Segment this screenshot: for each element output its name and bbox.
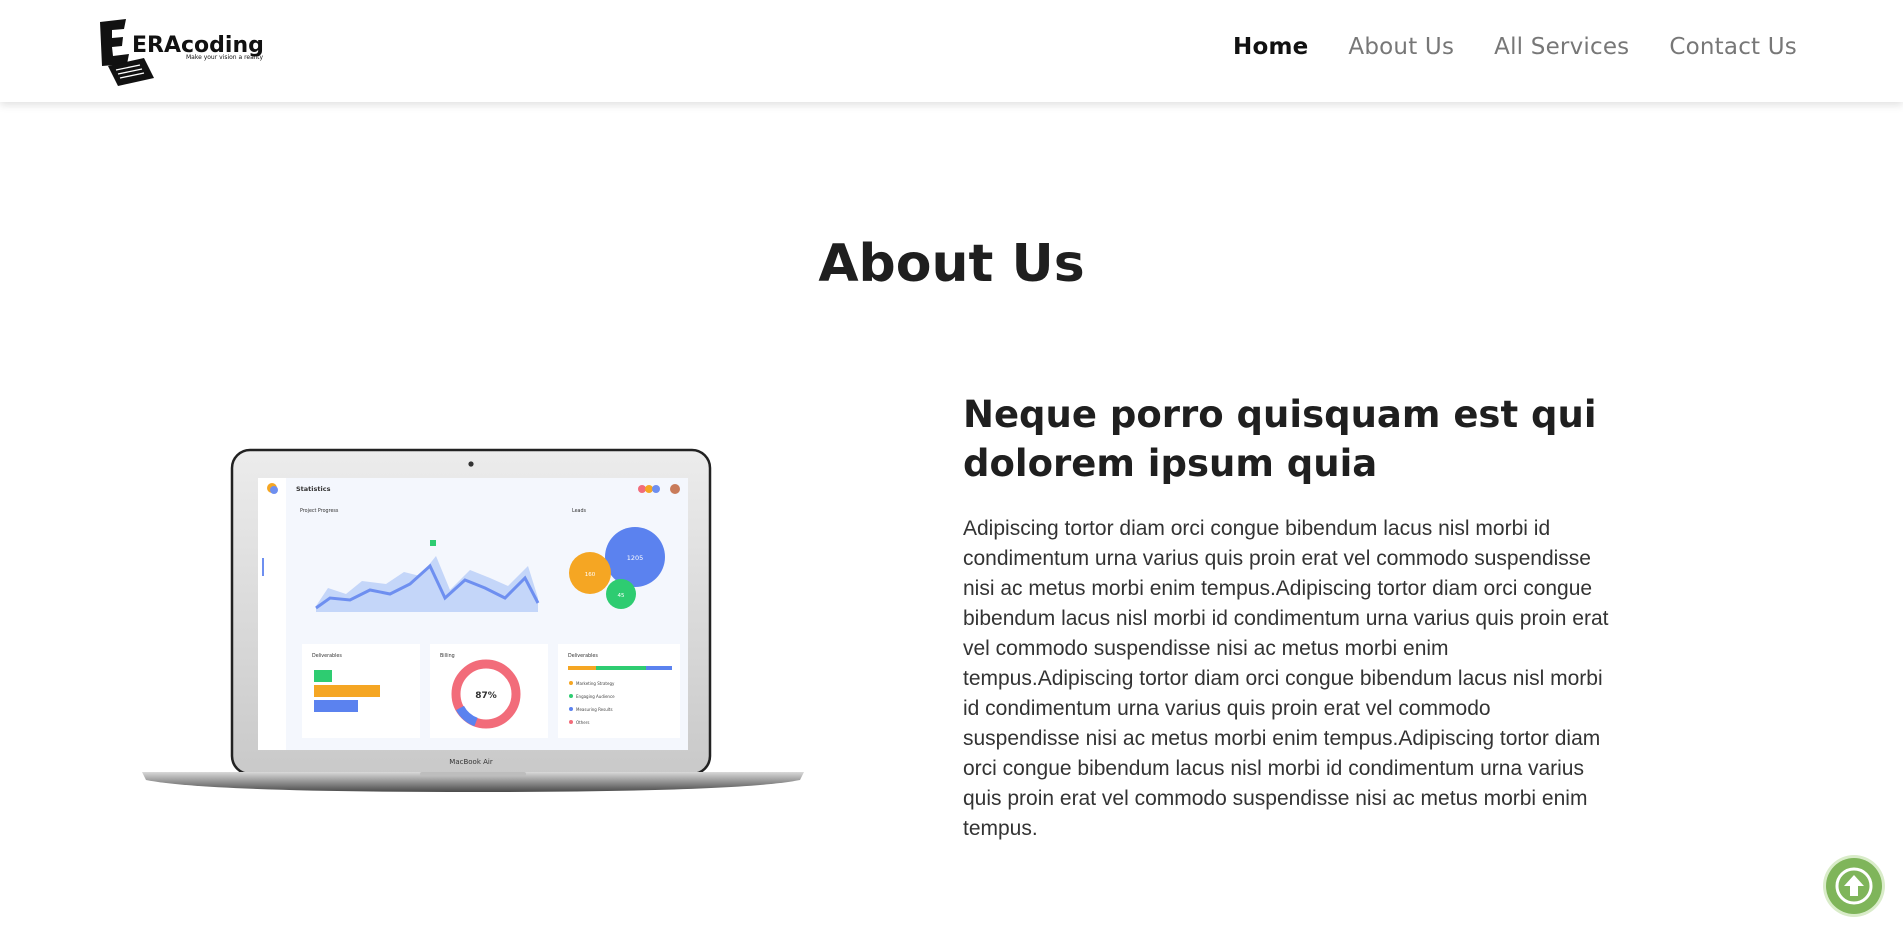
section-title: About Us xyxy=(818,234,1085,294)
screen-leads-label: Leads xyxy=(572,508,587,514)
screen-leads-value-3: 45 xyxy=(618,593,625,599)
scroll-to-top-button[interactable] xyxy=(1826,858,1882,914)
screen-deliverables-label: Deliverables xyxy=(312,653,342,659)
main-nav: Home About Us All Services Contact Us xyxy=(1233,34,1797,60)
screen-leads-value-2: 160 xyxy=(585,572,596,578)
screen-progress-label: Project Progress xyxy=(300,508,339,514)
brand-logo[interactable]: ERAcoding Make your vision a reality xyxy=(96,16,306,86)
navbar: ERAcoding Make your vision a reality Hom… xyxy=(0,0,1903,102)
logo-tagline: Make your vision a reality xyxy=(186,54,263,61)
screen-list-item-4: Others xyxy=(576,720,589,725)
nav-about-us[interactable]: About Us xyxy=(1348,34,1454,60)
nav-contact-us[interactable]: Contact Us xyxy=(1669,34,1797,60)
about-heading: Neque porro quisquam est qui dolorem ips… xyxy=(963,393,1597,485)
screen-list-label: Deliverables xyxy=(568,653,598,659)
screen-list-item-1: Marketing Strategy xyxy=(576,681,615,686)
screen-billing-label: Billing xyxy=(440,653,455,659)
logo-icon: ERAcoding Make your vision a reality xyxy=(100,19,264,86)
nav-all-services[interactable]: All Services xyxy=(1494,34,1629,60)
screen-leads-value-1: 1205 xyxy=(627,554,644,562)
arrow-up-icon xyxy=(1835,867,1873,905)
about-body-text: Adipiscing tortor diam orci congue biben… xyxy=(963,517,1609,840)
screen-billing-percent: 87% xyxy=(475,691,497,701)
screen-app-title: Statistics xyxy=(296,485,331,493)
laptop-image: Statistics Project Progress Leads 1205 1… xyxy=(140,448,806,804)
device-label: MacBook Air xyxy=(449,758,493,766)
screen-list-item-2: Engaging Audience xyxy=(576,694,615,699)
nav-home[interactable]: Home xyxy=(1233,34,1308,60)
screen-list-item-3: Measuring Results xyxy=(576,707,613,712)
